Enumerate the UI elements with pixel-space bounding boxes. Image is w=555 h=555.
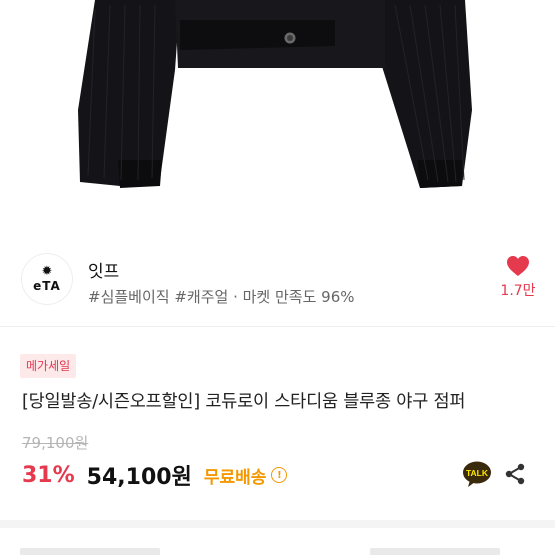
like-button[interactable]: 1.7만	[497, 255, 539, 300]
heart-icon	[507, 256, 529, 276]
sale-price: 54,100원	[86, 465, 192, 490]
free-shipping-label: 무료배송	[203, 467, 267, 488]
info-icon[interactable]: !	[271, 467, 288, 483]
kakao-talk-icon: TALK	[463, 461, 491, 487]
jacket-image	[78, 0, 472, 188]
divider	[0, 326, 555, 327]
shop-name[interactable]: 잇프	[88, 257, 119, 282]
shop-logo[interactable]: ✹ eTA	[22, 254, 72, 304]
shop-info: ✹ eTA 잇프 #심플베이직 #캐주얼 · 마켓 만족도 96% 1.7만	[0, 240, 555, 318]
shop-tags: #심플베이직 #캐주얼 · 마켓 만족도 96%	[88, 288, 355, 306]
like-count: 1.7만	[500, 283, 536, 299]
share-icon	[505, 463, 525, 485]
product-title: [당일발송/시즌오프할인] 코듀로이 스타디움 블루종 야구 점퍼	[22, 392, 466, 412]
talk-label: TALK	[466, 468, 489, 478]
peek-placeholder	[20, 548, 160, 555]
original-price: 79,100원	[22, 434, 89, 452]
peek-placeholder	[370, 548, 500, 555]
discount-rate: 31%	[22, 462, 75, 488]
talk-button[interactable]: TALK	[462, 460, 492, 488]
product-image	[0, 0, 555, 232]
price-row: 31% 54,100원 무료배송 !	[22, 458, 288, 492]
shop-logo-text: eTA	[33, 279, 61, 293]
section-divider	[0, 520, 555, 528]
share-button[interactable]	[503, 462, 527, 486]
next-section-peek	[0, 540, 555, 555]
mega-sale-badge: 메가세일	[20, 354, 77, 378]
sun-icon: ✹	[41, 264, 53, 279]
